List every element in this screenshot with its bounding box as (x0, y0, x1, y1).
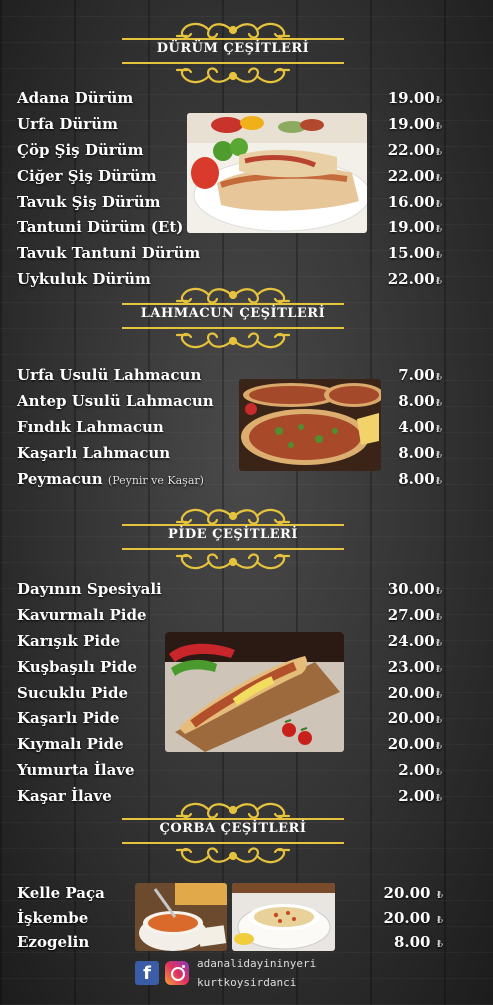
menu-item: Kelle Paça 20.00 ₺ (17, 884, 443, 909)
instagram-icon[interactable] (165, 961, 189, 985)
section-header-durum: DÜRÜM ÇEŞİTLERİ (122, 18, 344, 84)
item-name: Kavurmalı Pide (17, 605, 147, 624)
item-name: Kuşbaşılı Pide (17, 657, 138, 676)
item-price: 27.00₺ (387, 605, 442, 624)
divider (122, 818, 344, 820)
section-title: PİDE ÇEŞİTLERİ (168, 527, 298, 542)
item-name: Tavuk Şiş Dürüm (17, 192, 161, 211)
ornament-bottom (175, 847, 291, 864)
facebook-icon[interactable]: f (135, 961, 159, 985)
item-name: Antep Usulü Lahmacun (17, 391, 214, 410)
menu-item: Ezogelin 8.00 ₺ (17, 933, 443, 958)
item-price: 19.00₺ (387, 89, 442, 107)
item-name: Adana Dürüm (17, 89, 134, 107)
section-header-corba: ÇORBA ÇEŞİTLERİ (122, 798, 344, 864)
divider (122, 38, 344, 40)
durum-photo (187, 113, 367, 233)
item-price: 2.00₺ (398, 787, 442, 806)
menu-item: Yumurta İlave 2.00₺ (17, 761, 442, 787)
social-handle[interactable]: adanalidayininyeri (197, 957, 316, 970)
item-price: 20.00₺ (387, 709, 442, 728)
item-price: 20.00₺ (387, 683, 442, 702)
soup-photo-iskembe (232, 883, 335, 951)
menu-item: Adana Dürüm 19.00₺ (17, 89, 442, 115)
menu-item: Tavuk Tantuni Dürüm 15.00₺ (17, 244, 442, 270)
item-price: 20.00₺ (387, 735, 442, 754)
item-name: Kelle Paça (17, 884, 105, 902)
item-name: Tavuk Tantuni Dürüm (17, 244, 201, 263)
lahmacun-photo (239, 379, 381, 471)
item-name: Kaşarlı Pide (17, 709, 120, 728)
item-name: Dayının Spesiyali (17, 580, 162, 598)
item-price: 22.00₺ (387, 166, 442, 185)
item-price: 30.00₺ (387, 580, 442, 598)
item-price: 22.00₺ (387, 140, 442, 159)
section-header-pide: PİDE ÇEŞİTLERİ (122, 504, 344, 570)
menu-item: İşkembe 20.00 ₺ (17, 909, 443, 934)
item-name: Çöp Şiş Dürüm (17, 140, 144, 159)
section-title: LAHMACUN ÇEŞİTLERİ (140, 306, 326, 321)
item-name: Urfa Dürüm (17, 114, 118, 133)
item-price: 20.00 ₺ (383, 908, 443, 927)
item-name: Ciğer Şiş Dürüm (17, 166, 157, 185)
menu-item: Kavurmalı Pide 27.00₺ (17, 606, 442, 632)
item-price: 20.00 ₺ (383, 884, 443, 902)
item-price: 4.00₺ (398, 417, 442, 436)
item-price: 8.00₺ (398, 469, 442, 488)
item-name: Kaşar İlave (17, 787, 112, 806)
section-title: DÜRÜM ÇEŞİTLERİ (156, 41, 310, 56)
item-name: Tantuni Dürüm (Et) (17, 218, 184, 237)
item-name: Urfa Usulü Lahmacun (17, 366, 202, 384)
item-name: Fındık Lahmacun (17, 417, 164, 436)
item-price: 22.00₺ (387, 270, 442, 289)
item-price: 8.00₺ (398, 391, 442, 410)
menu-item: Dayının Spesiyali 30.00₺ (17, 580, 442, 606)
social-handle[interactable]: kurtkoysirdanci (197, 976, 296, 989)
item-price: 2.00₺ (398, 761, 442, 780)
item-price: 8.00 ₺ (393, 933, 443, 951)
ornament-bottom (175, 67, 291, 84)
item-name: Kaşarlı Lahmacun (17, 443, 171, 462)
item-price: 15.00₺ (387, 244, 442, 263)
menu-item: Peymacun (Peynir ve Kaşar) 8.00₺ (17, 470, 442, 496)
section-title: ÇORBA ÇEŞİTLERİ (159, 821, 307, 836)
item-price: 19.00₺ (387, 218, 442, 237)
item-price: 8.00₺ (398, 443, 442, 462)
item-note: (Peynir ve Kaşar) (107, 473, 204, 487)
pide-photo (165, 632, 344, 752)
item-name: Kıymalı Pide (17, 735, 124, 754)
item-name: Peymacun (Peynir ve Kaşar) (17, 469, 204, 488)
item-price: 24.00₺ (387, 631, 442, 650)
item-name: Sucuklu Pide (17, 683, 129, 702)
item-price: 7.00₺ (398, 366, 442, 384)
section-header-lahmacun: LAHMACUN ÇEŞİTLERİ (122, 283, 344, 349)
item-name: Karışık Pide (17, 631, 121, 650)
item-price: 19.00₺ (387, 114, 442, 133)
item-price: 16.00₺ (387, 192, 442, 211)
item-name: Ezogelin (17, 933, 90, 951)
menu-list-corba: Kelle Paça 20.00 ₺ İşkembe 20.00 ₺ Ezogeli… (17, 884, 443, 958)
item-name: Yumurta İlave (17, 761, 135, 780)
divider (122, 303, 344, 305)
divider (122, 524, 344, 526)
soup-photo-kelle-paca (135, 883, 227, 951)
item-price: 23.00₺ (387, 657, 442, 676)
item-name: İşkembe (17, 908, 89, 927)
ornament-bottom (175, 332, 291, 349)
ornament-bottom (175, 553, 291, 570)
